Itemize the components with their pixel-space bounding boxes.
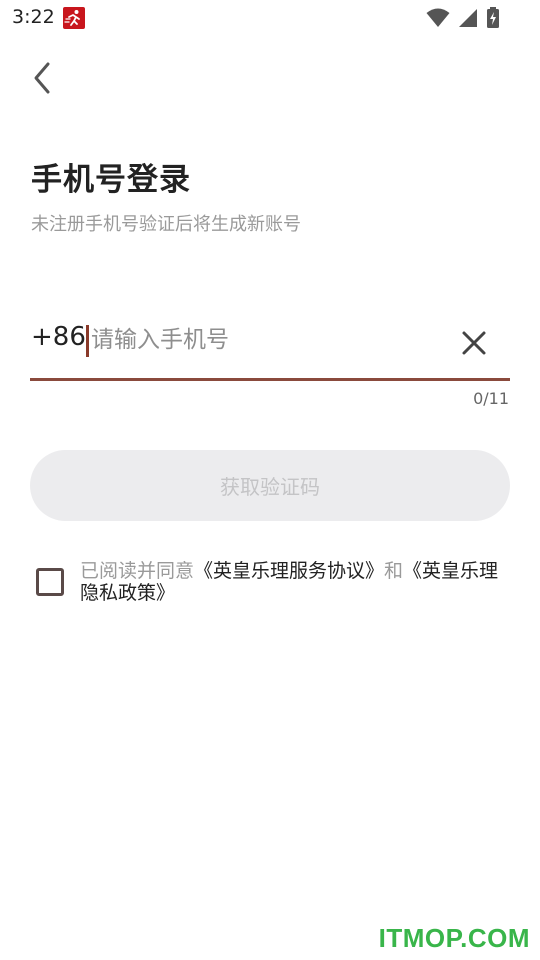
agreement-text: 已阅读并同意《英皇乐理服务协议》和《英皇乐理隐私政策》 [80, 560, 510, 604]
get-verification-code-button[interactable]: 获取验证码 [30, 450, 510, 521]
wifi-icon [426, 8, 450, 28]
battery-charging-icon [486, 7, 500, 29]
phone-char-counter: 0/11 [473, 389, 509, 408]
back-button[interactable] [26, 58, 62, 98]
service-agreement-link[interactable]: 《英皇乐理服务协议》 [194, 560, 384, 582]
page-title: 手机号登录 [31, 162, 191, 198]
phone-input[interactable] [85, 318, 451, 362]
country-code[interactable]: +86 [31, 322, 86, 352]
running-person-icon [63, 7, 85, 29]
phone-input-underline [30, 378, 510, 381]
phone-field: +86 [31, 316, 510, 378]
page-subtitle: 未注册手机号验证后将生成新账号 [31, 214, 301, 235]
cellular-signal-icon [458, 8, 478, 28]
status-time: 3:22 [12, 6, 55, 28]
agreement-prefix: 已阅读并同意 [80, 560, 195, 582]
text-cursor [86, 325, 89, 357]
watermark: ITMOP.COM [378, 923, 530, 953]
close-icon [462, 331, 486, 355]
status-bar: 3:22 [0, 0, 540, 36]
agreement-and: 和 [384, 560, 404, 582]
agreement-checkbox[interactable] [36, 568, 64, 596]
chevron-left-icon [34, 62, 50, 94]
clear-button[interactable] [459, 328, 489, 358]
